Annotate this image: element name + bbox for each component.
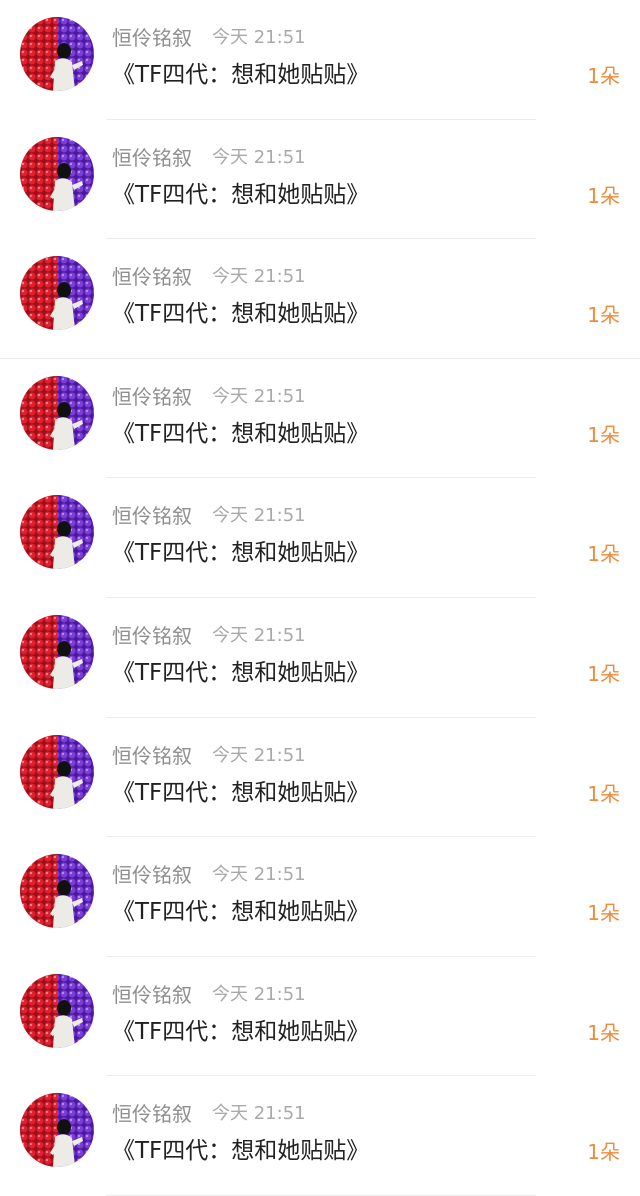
- avatar[interactable]: [20, 136, 94, 211]
- list-item[interactable]: 恒伶铭叙 今天 21:51 《TF四代：想和她贴贴》 1朵: [0, 0, 640, 120]
- list-item[interactable]: 恒伶铭叙 今天 21:51 《TF四代：想和她贴贴》 1朵: [0, 837, 640, 957]
- gift-count: 1朵: [587, 781, 620, 806]
- user-name: 恒伶铭叙: [112, 26, 192, 50]
- list-item[interactable]: 恒伶铭叙 今天 21:51 《TF四代：想和她贴贴》 1朵: [0, 239, 640, 359]
- user-name: 恒伶铭叙: [112, 504, 192, 529]
- timestamp: 今天 21:51: [212, 27, 306, 48]
- gift-title: 《TF四代：想和她贴贴》: [112, 779, 370, 806]
- gift-title: 《TF四代：想和她贴贴》: [112, 1018, 370, 1045]
- gift-title: 《TF四代：想和她贴贴》: [112, 420, 370, 447]
- balloon-photo-icon: [20, 854, 94, 929]
- gift-title: 《TF四代：想和她贴贴》: [112, 1138, 370, 1165]
- gift-title: 《TF四代：想和她贴贴》: [112, 899, 370, 926]
- gift-title: 《TF四代：想和她贴贴》: [112, 660, 370, 686]
- balloon-photo-icon: [20, 375, 94, 450]
- gift-count: 1朵: [587, 422, 620, 447]
- avatar[interactable]: [20, 375, 94, 450]
- timestamp: 今天 21:51: [212, 266, 306, 288]
- user-name: 恒伶铭叙: [112, 743, 192, 768]
- balloon-photo-icon: [20, 615, 94, 689]
- gift-count: 1朵: [587, 1140, 620, 1165]
- avatar[interactable]: [20, 495, 94, 570]
- avatar[interactable]: [20, 734, 94, 809]
- balloon-photo-icon: [20, 495, 94, 570]
- balloon-photo-icon: [20, 136, 94, 211]
- list-item[interactable]: 恒伶铭叙 今天 21:51 《TF四代：想和她贴贴》 1朵: [0, 119, 640, 240]
- gift-record-list: 恒伶铭叙 今天 21:51 《TF四代：想和她贴贴》 1朵 恒伶铭叙 今天 21…: [0, 0, 640, 1196]
- user-name: 恒伶铭叙: [112, 982, 192, 1007]
- avatar[interactable]: [20, 256, 94, 331]
- timestamp: 今天 21:51: [212, 625, 306, 646]
- gift-title: 《TF四代：想和她贴贴》: [112, 62, 370, 88]
- balloon-photo-icon: [20, 734, 94, 809]
- gift-count: 1朵: [587, 901, 620, 926]
- avatar[interactable]: [20, 615, 94, 689]
- gift-title: 《TF四代：想和她贴贴》: [112, 181, 370, 208]
- timestamp: 今天 21:51: [212, 983, 306, 1005]
- timestamp: 今天 21:51: [212, 864, 306, 886]
- timestamp: 今天 21:51: [212, 744, 306, 766]
- gift-count: 1朵: [587, 662, 620, 686]
- list-item[interactable]: 恒伶铭叙 今天 21:51 《TF四代：想和她贴贴》 1朵: [0, 358, 640, 479]
- gift-count: 1朵: [587, 64, 620, 88]
- balloon-photo-icon: [20, 17, 94, 91]
- user-name: 恒伶铭叙: [112, 863, 192, 888]
- list-item[interactable]: 恒伶铭叙 今天 21:51 《TF四代：想和她贴贴》 1朵: [0, 717, 640, 838]
- gift-count: 1朵: [587, 1020, 620, 1045]
- user-name: 恒伶铭叙: [112, 624, 192, 648]
- timestamp: 今天 21:51: [212, 385, 306, 407]
- gift-count: 1朵: [587, 303, 620, 328]
- avatar[interactable]: [20, 854, 94, 929]
- timestamp: 今天 21:51: [212, 1103, 306, 1125]
- avatar[interactable]: [20, 973, 94, 1048]
- balloon-photo-icon: [20, 256, 94, 331]
- list-item[interactable]: 恒伶铭叙 今天 21:51 《TF四代：想和她贴贴》 1朵: [0, 478, 640, 598]
- user-name: 恒伶铭叙: [112, 145, 192, 170]
- list-item[interactable]: 恒伶铭叙 今天 21:51 《TF四代：想和她贴贴》 1朵: [0, 1076, 640, 1196]
- timestamp: 今天 21:51: [212, 146, 306, 168]
- avatar[interactable]: [20, 17, 94, 91]
- balloon-photo-icon: [20, 1093, 94, 1168]
- balloon-photo-icon: [20, 973, 94, 1048]
- user-name: 恒伶铭叙: [112, 265, 192, 290]
- avatar[interactable]: [20, 1093, 94, 1168]
- gift-title: 《TF四代：想和她贴贴》: [112, 540, 370, 567]
- gift-count: 1朵: [587, 183, 620, 208]
- list-item[interactable]: 恒伶铭叙 今天 21:51 《TF四代：想和她贴贴》 1朵: [0, 598, 640, 718]
- list-item[interactable]: 恒伶铭叙 今天 21:51 《TF四代：想和她贴贴》 1朵: [0, 956, 640, 1077]
- user-name: 恒伶铭叙: [112, 384, 192, 409]
- user-name: 恒伶铭叙: [112, 1102, 192, 1127]
- timestamp: 今天 21:51: [212, 505, 306, 527]
- gift-count: 1朵: [587, 542, 620, 567]
- gift-title: 《TF四代：想和她贴贴》: [112, 301, 370, 328]
